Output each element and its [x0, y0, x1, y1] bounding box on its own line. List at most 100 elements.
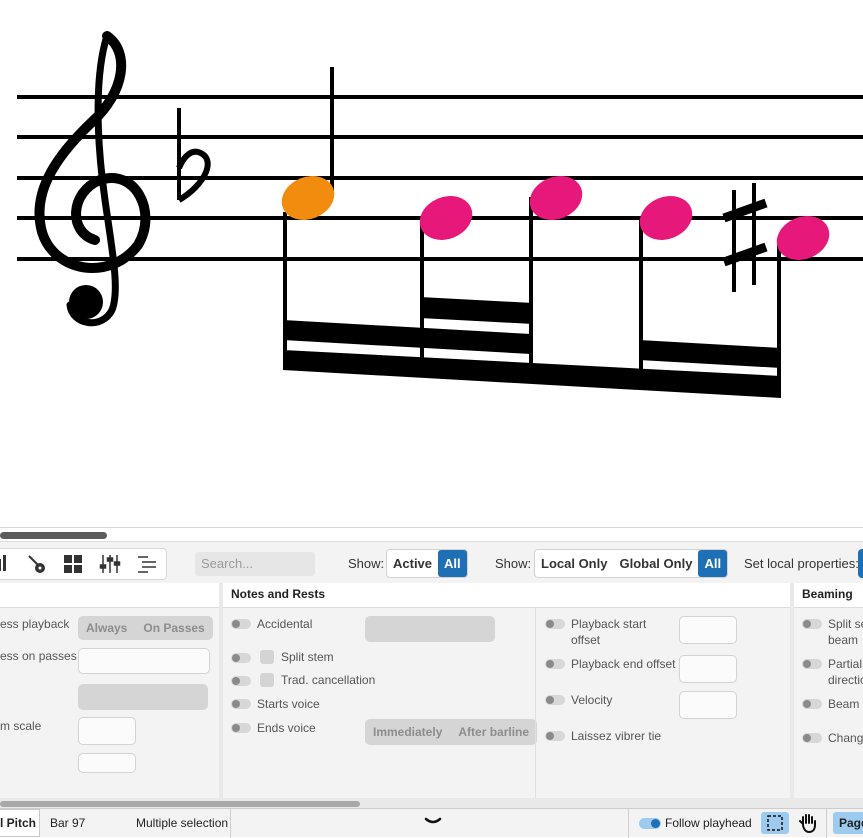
partial-beam-toggle[interactable]	[802, 659, 822, 669]
stem-scale-label: m scale	[0, 719, 42, 733]
playback-end-field[interactable]	[679, 655, 737, 683]
status-bar: l Pitch Bar 97 Multiple selection Follow…	[0, 808, 863, 838]
trad-cancellation-toggle[interactable]	[231, 676, 251, 686]
split-beam-label: Split se	[828, 617, 863, 631]
local-only-button[interactable]: Local Only	[535, 550, 613, 577]
trad-cancellation-checkbox[interactable]	[260, 673, 274, 687]
global-only-button[interactable]: Global Only	[613, 550, 698, 577]
panel-icon-group	[0, 548, 167, 580]
show-label: Show:	[348, 556, 385, 571]
accidental-toggle[interactable]	[231, 619, 251, 629]
playback-panel: ess playback Always On Passes ess on pas…	[0, 583, 219, 798]
playback-start-toggle[interactable]	[545, 619, 565, 629]
velocity-label: Velocity	[571, 693, 613, 707]
guitar-icon[interactable]	[26, 553, 48, 575]
flat-symbol	[176, 108, 211, 203]
disabled-field	[78, 684, 208, 710]
ends-voice-toggle[interactable]	[231, 723, 251, 733]
split-secondary-beam-toggle[interactable]	[802, 619, 822, 629]
split-stem-checkbox[interactable]	[260, 650, 274, 664]
search-input[interactable]: Search...	[195, 552, 315, 576]
notes-and-rests-panel: Notes and Rests Accidental Split stem Tr…	[223, 583, 790, 798]
playback-suppress-options: Always On Passes	[78, 616, 213, 640]
score-canvas[interactable]	[0, 0, 863, 527]
bar-number: Bar 97	[50, 816, 86, 830]
selection-tool-button[interactable]	[761, 812, 789, 834]
pitch-mode-button[interactable]: l Pitch	[0, 809, 40, 837]
playback-start-label: Playback start	[571, 617, 647, 631]
on-passes-button[interactable]: On Passes	[135, 616, 212, 640]
panel-header: Notes and Rests	[223, 583, 790, 608]
toggle-knob	[651, 819, 660, 828]
split-stem-toggle[interactable]	[231, 653, 251, 663]
change-label: Change	[828, 731, 863, 745]
trad-cancellation-label: Trad. cancellation	[281, 673, 376, 687]
suppress-on-passes-label: ess on passes	[0, 649, 77, 663]
follow-playhead-toggle[interactable]	[639, 818, 661, 829]
passes-field[interactable]	[78, 648, 210, 674]
beam-label: Beam c	[828, 697, 863, 711]
beaming-panel: Beaming Split se beam Partial directio B…	[794, 583, 863, 798]
extra-field[interactable]	[78, 753, 136, 773]
partial-beam-label-2: directio	[828, 673, 863, 687]
scope-filter-toggle: Local Only Global Only All	[534, 549, 729, 578]
divider	[628, 809, 629, 838]
hand-tool-button[interactable]	[794, 812, 822, 834]
bar-chart-icon[interactable]	[0, 553, 18, 575]
page-view-label: Page	[839, 816, 863, 830]
panel-header: Beaming	[794, 583, 863, 608]
panels-horizontal-scrollbar[interactable]	[0, 798, 863, 808]
marquee-select-icon	[767, 815, 783, 831]
properties-toolbar: Search... Show: Active All Show: Local O…	[0, 541, 863, 584]
beam-toggle[interactable]	[802, 699, 822, 709]
laissez-vibrer-toggle[interactable]	[545, 731, 565, 741]
ends-voice-label: Ends voice	[257, 721, 316, 735]
change-toggle[interactable]	[802, 733, 822, 743]
velocity-field[interactable]	[679, 691, 737, 719]
scale-field[interactable]	[78, 717, 136, 745]
scrollbar-thumb[interactable]	[0, 532, 107, 539]
sharp-symbol	[722, 183, 768, 292]
starts-voice-label: Starts voice	[257, 697, 320, 711]
properties-panels: ess playback Always On Passes ess on pas…	[0, 583, 863, 798]
playback-start-field[interactable]	[679, 616, 737, 644]
partial-beam-label: Partial	[828, 657, 863, 671]
selection-info: Multiple selection	[136, 816, 229, 830]
accidental-field	[365, 616, 495, 642]
list-indent-icon[interactable]	[136, 553, 158, 575]
local-properties-button[interactable]	[858, 549, 863, 578]
music-staff	[17, 31, 863, 398]
grid-icon[interactable]	[62, 553, 84, 575]
show-filter-toggle: Active All	[386, 549, 468, 578]
playback-end-toggle[interactable]	[545, 659, 565, 669]
mixer-icon[interactable]	[99, 553, 121, 575]
after-barline-button[interactable]: After barline	[450, 720, 537, 744]
scope-all-button[interactable]: All	[698, 550, 728, 577]
page-view-button[interactable]: Page	[833, 812, 863, 834]
starts-voice-toggle[interactable]	[231, 699, 251, 709]
show-active-button[interactable]: Active	[387, 550, 438, 577]
set-local-properties-label: Set local properties:	[744, 556, 859, 571]
show-all-button[interactable]: All	[438, 550, 467, 577]
velocity-toggle[interactable]	[545, 695, 565, 705]
pitch-mode-label: l Pitch	[0, 816, 37, 830]
split-beam-label-2: beam	[828, 633, 859, 647]
suppress-playback-label: ess playback	[0, 617, 70, 631]
always-button[interactable]: Always	[78, 616, 135, 640]
ends-voice-options: Immediately After barline	[365, 719, 538, 745]
column-divider	[535, 607, 536, 798]
scrollbar-thumb[interactable]	[0, 801, 360, 807]
laissez-vibrer-label: Laissez vibrer tie	[571, 729, 662, 743]
playback-end-label: Playback end offset	[571, 657, 676, 671]
accidental-label: Accidental	[257, 617, 313, 631]
follow-playhead-label: Follow playhead	[665, 816, 752, 830]
divider	[230, 809, 231, 838]
divider	[826, 809, 827, 838]
score-horizontal-scrollbar[interactable]	[0, 527, 863, 542]
split-stem-label: Split stem	[281, 650, 334, 664]
chevron-down-icon[interactable]	[424, 815, 442, 829]
immediately-button[interactable]: Immediately	[365, 720, 450, 744]
playback-start-label-2: offset	[571, 633, 601, 647]
panel-header	[0, 583, 219, 608]
show-scope-label: Show:	[495, 556, 532, 571]
